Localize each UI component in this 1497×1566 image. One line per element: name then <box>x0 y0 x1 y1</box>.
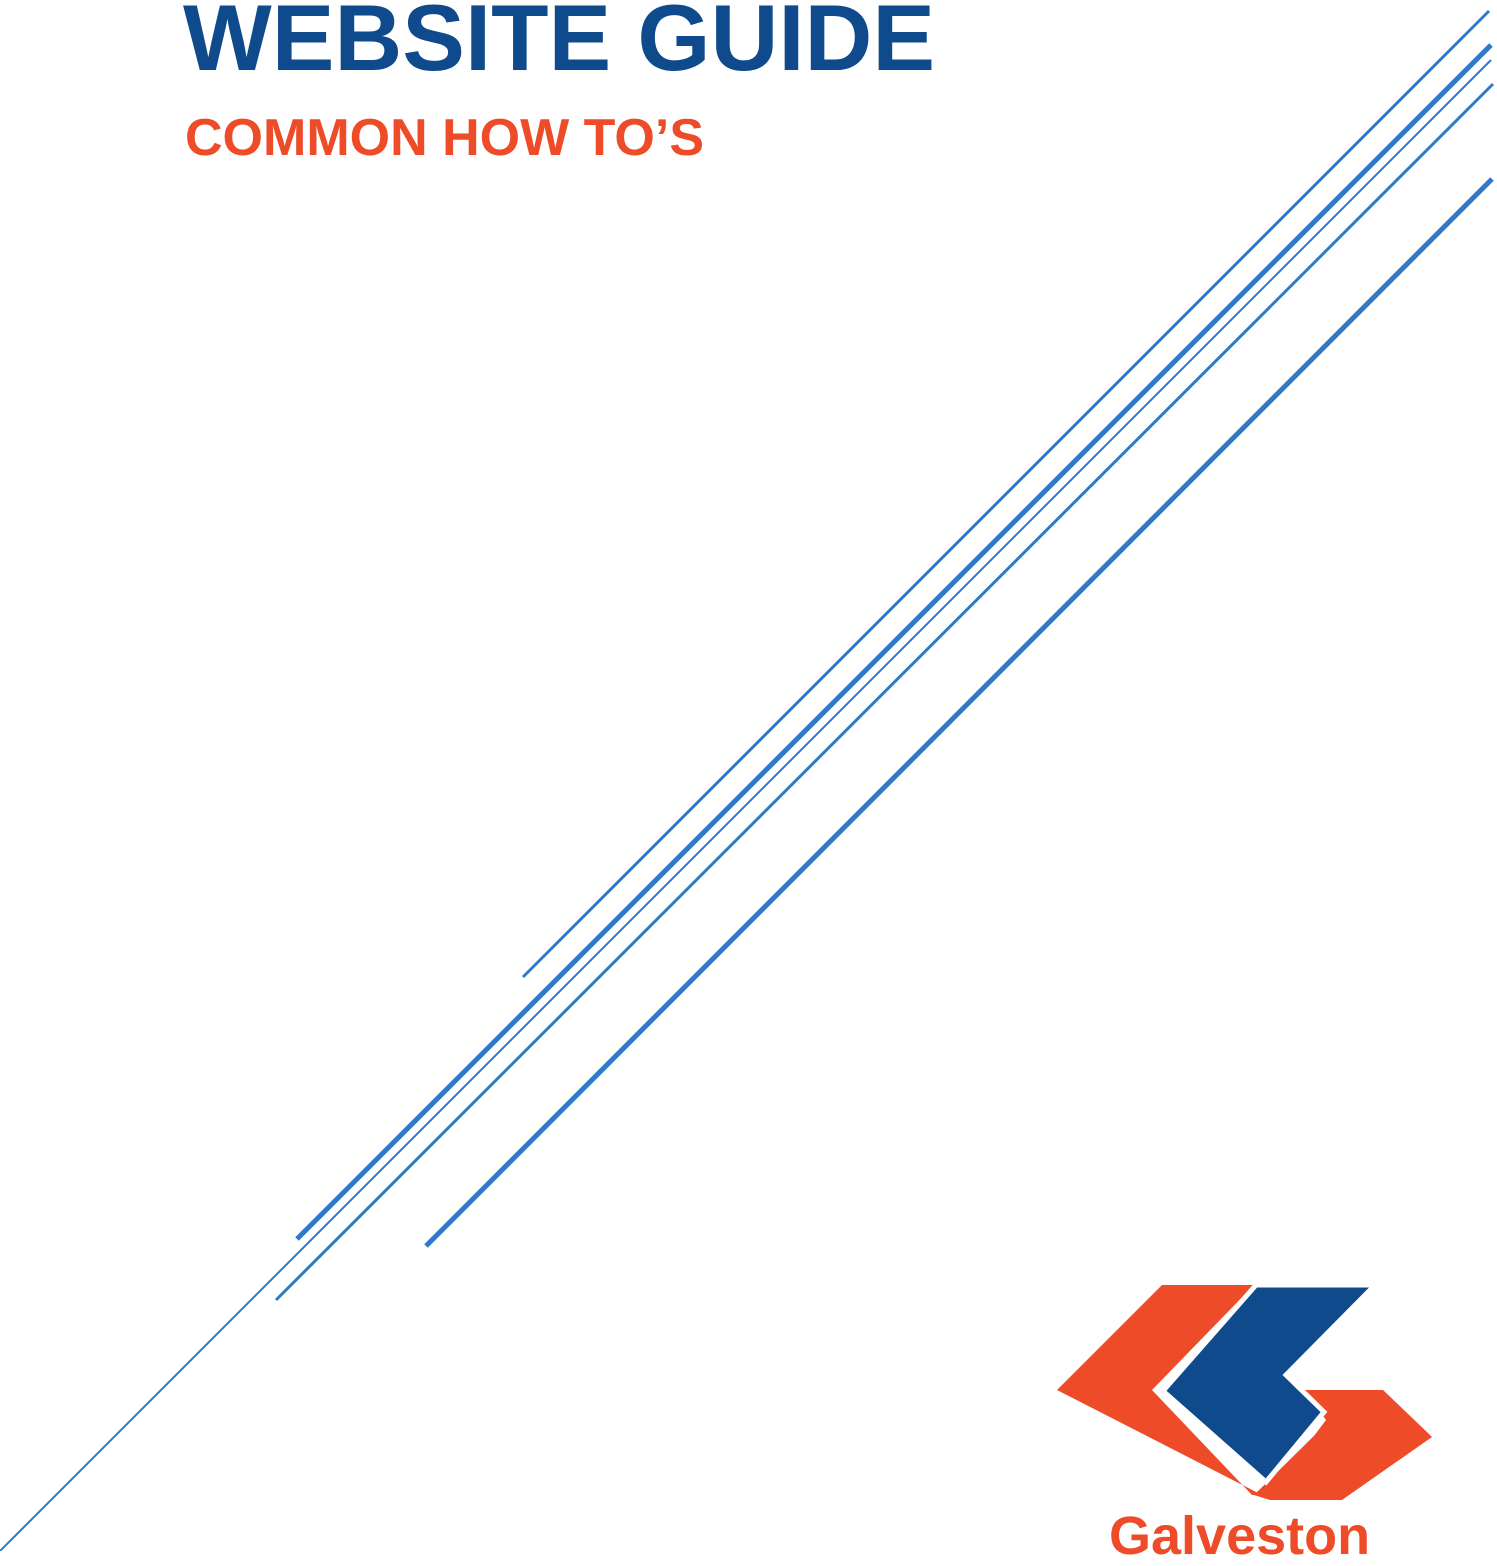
diagonal-line-5 <box>424 177 1494 1248</box>
logo-wordmark: Galveston <box>1109 1506 1371 1566</box>
diagonal-line-2 <box>295 43 1493 1241</box>
galveston-logo: Galveston <box>1057 1285 1437 1566</box>
diagonal-line-4 <box>274 82 1495 1302</box>
diagonal-line-1 <box>521 9 1491 979</box>
galveston-g-mark-icon <box>1057 1285 1432 1500</box>
